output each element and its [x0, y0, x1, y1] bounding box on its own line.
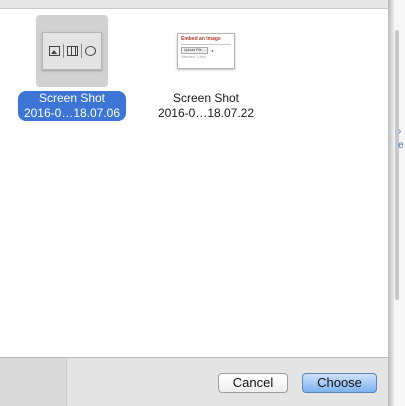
file-item-screenshot-2[interactable]: Embed an Image Upload File… ● Selected: … — [141, 15, 271, 122]
thumbnail-title: Embed an Image — [181, 36, 221, 42]
file-thumbnail: Embed an Image Upload File… ● Selected: … — [177, 33, 235, 69]
footer-left-panel — [0, 358, 67, 406]
file-name-line2: 2016-0…18.07.06 — [23, 106, 121, 120]
thumbnail-box: Embed an Image Upload File… ● Selected: … — [170, 15, 242, 87]
thumbnail-upload-button: Upload File… — [181, 47, 209, 54]
background-link-glyph: › — [398, 126, 402, 137]
file-name-label: Screen Shot 2016-0…18.07.22 — [152, 91, 260, 121]
background-window: › e — [388, 0, 405, 406]
film-icon — [66, 46, 78, 56]
choose-button[interactable]: Choose — [302, 373, 377, 393]
thumbnail-selection-box — [36, 15, 108, 87]
toolbar-divider — [80, 44, 82, 58]
file-name-label: Screen Shot 2016-0…18.07.06 — [17, 91, 127, 121]
cancel-button[interactable]: Cancel — [218, 373, 288, 393]
dialog-top-strip — [0, 0, 388, 9]
file-browser-area[interactable]: Screen Shot 2016-0…18.07.06 Embed an Ima… — [0, 9, 388, 357]
background-scrollbar — [395, 30, 399, 300]
thumbnail-note: Selected: 1 files — [181, 55, 206, 59]
file-name-line1: Screen Shot — [38, 91, 106, 105]
thumbnail-row: Upload File… ● — [181, 47, 231, 54]
background-link-glyph: e — [398, 140, 404, 151]
image-icon — [48, 46, 60, 56]
toolbar-divider — [62, 44, 64, 58]
dialog-footer: Cancel Choose — [0, 357, 388, 406]
smiley-icon — [84, 46, 96, 56]
file-item-screenshot-1[interactable]: Screen Shot 2016-0…18.07.06 — [7, 15, 137, 122]
thumbnail-dot-icon: ● — [211, 48, 214, 53]
sheet-shadow — [388, 0, 394, 406]
file-name-line2: 2016-0…18.07.22 — [157, 106, 255, 120]
thumbnail-rule — [181, 44, 231, 45]
file-name-line1: Screen Shot — [172, 91, 240, 105]
file-thumbnail — [42, 32, 102, 70]
file-chooser-dialog: Screen Shot 2016-0…18.07.06 Embed an Ima… — [0, 0, 405, 406]
